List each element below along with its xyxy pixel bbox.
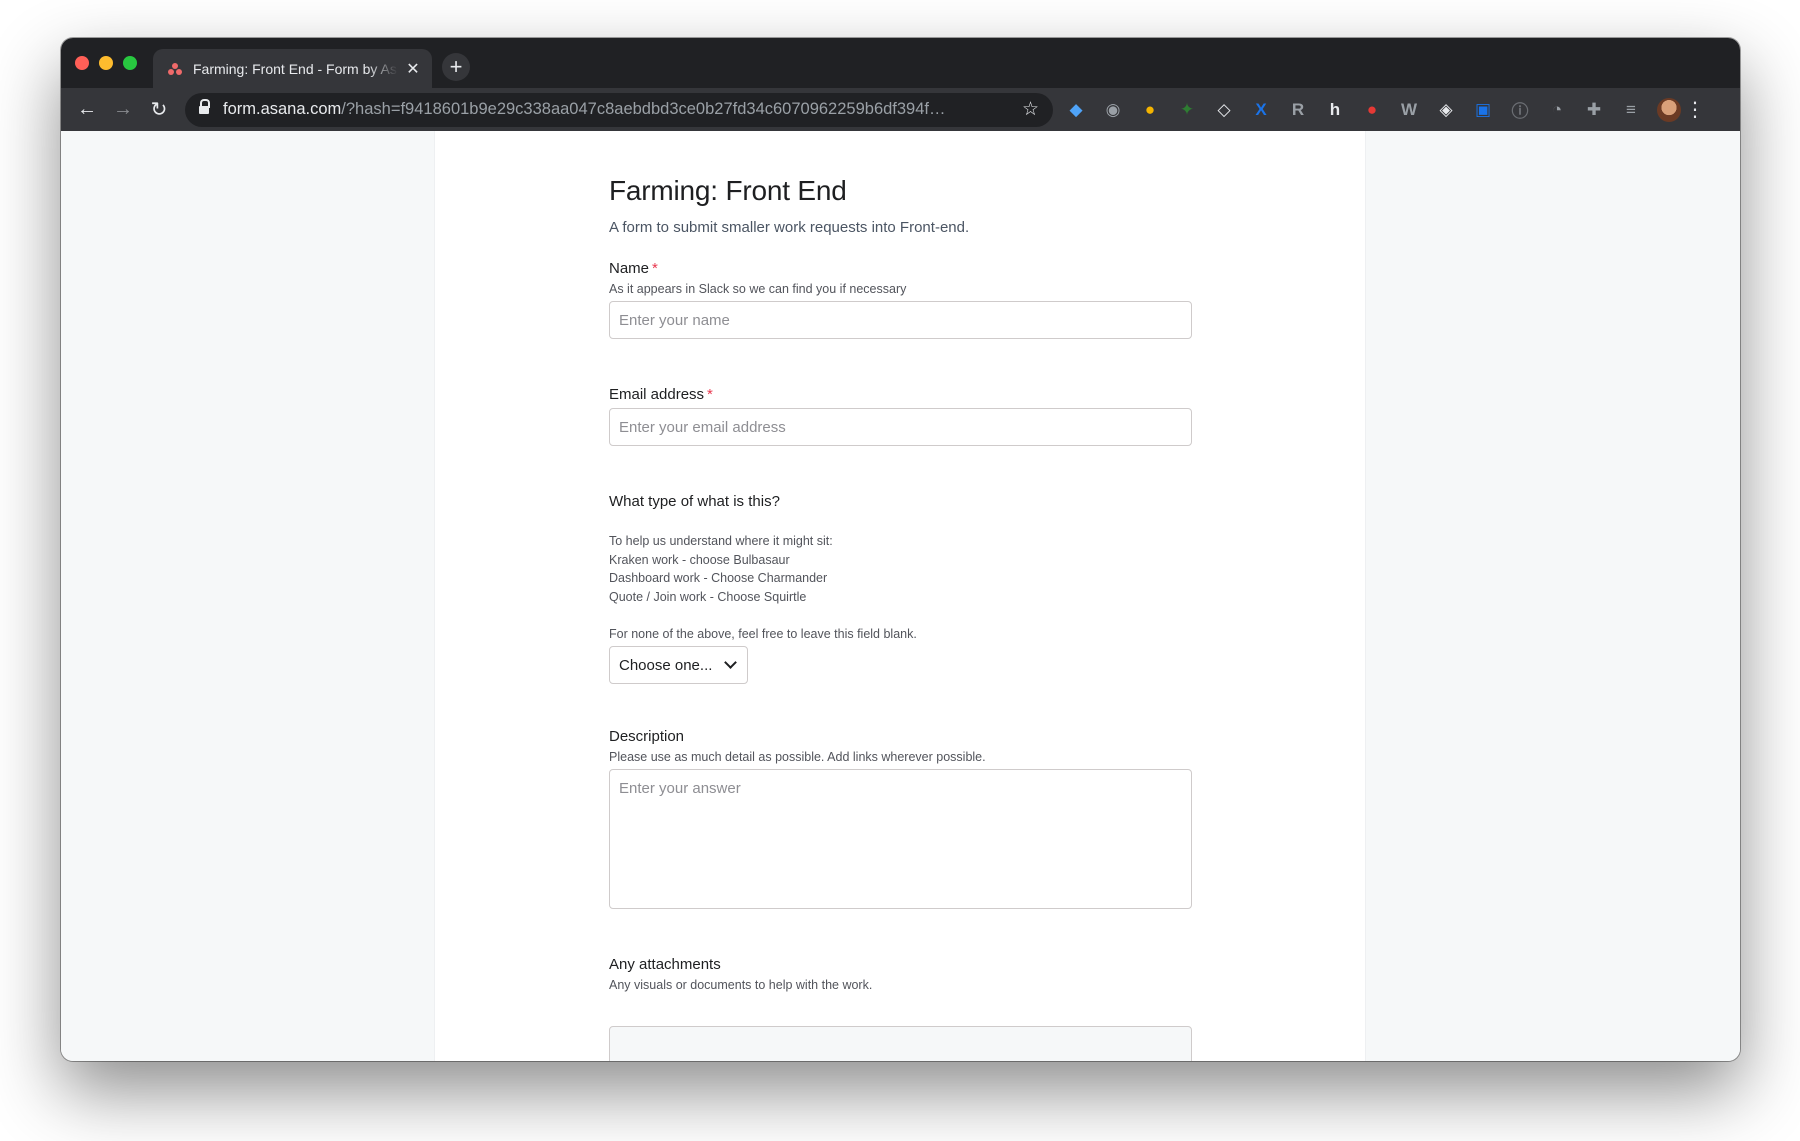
lock-icon[interactable] [199, 98, 210, 116]
back-arrow-icon[interactable]: ← [69, 98, 105, 121]
wordtune-extension-icon[interactable]: W [1398, 99, 1420, 121]
address-bar[interactable]: form.asana.com/?hash=f9418601b9e29c338aa… [185, 92, 1053, 127]
form-description: A form to submit smaller work requests i… [609, 219, 970, 236]
tab-active[interactable]: Farming: Front End - Form by Asana ✕ [153, 49, 432, 88]
reading-list-icon[interactable]: ≡ [1620, 99, 1642, 121]
browser-toolbar: ← → ↻ form.asana.com/?hash=f9418601b9e29… [61, 88, 1740, 131]
type-help-line: Kraken work - choose Bulbasaur [609, 552, 790, 567]
new-tab-button[interactable]: + [442, 53, 470, 81]
camera-extension-icon[interactable]: ◉ [1102, 99, 1124, 121]
eraser-extension-icon[interactable]: ◇ [1213, 99, 1235, 121]
tab-strip: Farming: Front End - Form by Asana ✕ + [61, 38, 1740, 88]
type-select-value: Choose one... [619, 656, 713, 674]
type-help-line: Quote / Join work - Choose Squirtle [609, 589, 807, 604]
name-label-text: Name [609, 260, 650, 277]
browser-menu-icon[interactable]: ⋮ [1685, 97, 1705, 122]
browser-window: Farming: Front End - Form by Asana ✕ + ←… [61, 38, 1740, 1061]
type-label: What type of what is this? [609, 493, 780, 510]
reader-extension-icon[interactable]: R [1287, 99, 1309, 121]
color-picker-extension-icon[interactable]: ● [1139, 99, 1161, 121]
info-extension-icon[interactable]: ⓘ [1509, 99, 1531, 121]
code-extension-icon[interactable]: ◈ [1435, 99, 1457, 121]
chevron-down-icon [724, 656, 737, 669]
description-label: Description [609, 728, 685, 745]
puzzle-extensions-icon[interactable]: ✚ [1583, 99, 1605, 121]
attachments-dropzone[interactable] [609, 1026, 1192, 1061]
bookmark-star-icon[interactable]: ☆ [1022, 98, 1039, 121]
type-help-line: Dashboard work - Choose Charmander [609, 571, 828, 585]
pocket-extension-icon[interactable]: ● [1361, 99, 1383, 121]
close-window-button[interactable] [75, 56, 89, 70]
email-label: Email address * [609, 386, 713, 403]
page-viewport: Farming: Front End A form to submit smal… [61, 131, 1740, 1061]
attachments-label: Any attachments [609, 956, 721, 973]
sketch-extension-icon[interactable]: ◆ [1065, 99, 1087, 121]
profile-avatar[interactable] [1657, 97, 1681, 122]
email-label-text: Email address [609, 386, 705, 403]
extensions-bar: ◆ ◉ ● ✦ ◇ X Rh ● W ◈ ▣ ⓘ ◔ ✚ ≡ [1065, 99, 1657, 122]
url-text[interactable]: form.asana.com/?hash=f9418601b9e29c338aa… [223, 100, 1014, 119]
minimize-window-button[interactable] [99, 56, 113, 70]
forward-arrow-icon[interactable]: → [105, 98, 141, 121]
attachments-help: Any visuals or documents to help with th… [609, 978, 873, 992]
required-mark: * [652, 260, 658, 277]
description-help: Please use as much detail as possible. A… [609, 750, 986, 764]
description-textarea[interactable] [609, 769, 1192, 909]
tabs-extension-icon[interactable]: ▣ [1472, 99, 1494, 121]
type-help-footer: For none of the above, feel free to leav… [609, 627, 917, 641]
email-input[interactable] [609, 408, 1192, 446]
leaf-extension-icon[interactable]: ✦ [1176, 99, 1198, 121]
name-help: As it appears in Slack so we can find yo… [609, 282, 907, 296]
form-title: Farming: Front End [609, 175, 847, 206]
url-domain: form.asana.com [223, 100, 342, 118]
honey-extension-icon[interactable]: h [1324, 99, 1346, 121]
maximize-window-button[interactable] [123, 56, 137, 70]
close-tab-icon[interactable]: ✕ [404, 59, 422, 79]
tab-title: Farming: Front End - Form by Asana [193, 60, 398, 77]
translate-extension-icon[interactable]: X [1250, 99, 1272, 121]
name-input[interactable] [609, 301, 1192, 339]
required-mark: * [707, 386, 713, 403]
url-path: /?hash=f9418601b9e29c338aa047c8aebdbd3ce… [341, 100, 946, 118]
type-select[interactable]: Choose one... [609, 646, 748, 684]
form-card [434, 131, 1366, 1061]
asana-icon [167, 61, 183, 77]
reload-icon[interactable]: ↻ [141, 97, 177, 122]
type-help-line: To help us understand where it might sit… [609, 534, 833, 548]
name-label: Name * [609, 260, 658, 277]
chat-extension-icon[interactable]: ◔ [1546, 99, 1568, 121]
